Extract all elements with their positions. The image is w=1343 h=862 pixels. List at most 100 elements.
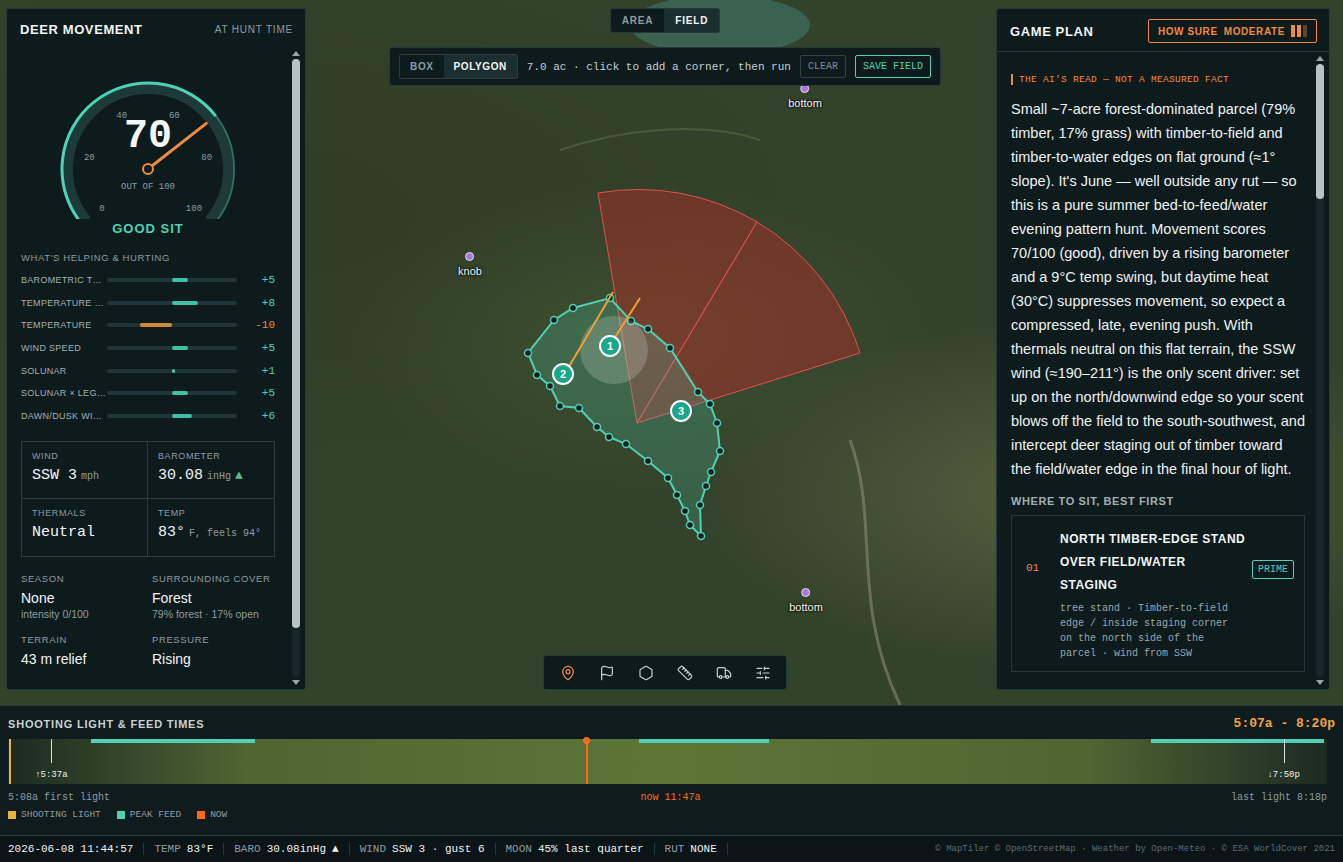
field-polygon[interactable] [528,298,720,536]
sliders-icon[interactable] [755,665,771,681]
draw-modes: BOXPOLYGON [399,54,518,79]
polygon-vertex[interactable] [551,317,558,324]
map-tool-button[interactable] [665,656,704,689]
stand-marker[interactable]: 1 [600,336,620,356]
flag-icon[interactable] [599,665,615,681]
sunrise-line [51,739,52,763]
gauge-tick: 0 [99,204,104,214]
timeline-track[interactable]: ↑5:37a↓7:50p [8,739,1327,784]
scroll-thumb[interactable] [292,59,300,628]
draw-mode[interactable]: POLYGON [444,55,517,78]
legend-item: PEAK FEED [117,809,181,820]
spot-rank: 01 [1026,528,1054,661]
stand-marker[interactable]: 2 [553,364,573,384]
polygon-vertex[interactable] [698,533,705,540]
polygon-vertex[interactable] [714,420,721,427]
panel-title: DEER MOVEMENT [20,22,143,37]
scrollbar[interactable] [1315,56,1325,685]
place-pin[interactable]: bottom [788,84,822,109]
spot-badge: PRIME [1252,560,1294,579]
polygon-vertex[interactable] [708,469,715,476]
read-text: Small ~7-acre forest-dominated parcel (7… [1011,97,1305,481]
polygon-vertex[interactable] [623,441,630,448]
polygon-vertex[interactable] [594,424,601,431]
factor-row: WIND SPEED+5 [21,337,275,360]
map[interactable]: 123bottomknobbottomDEER MOVEMENTAT HUNT … [0,0,1343,705]
detail-label: SEASON [21,573,144,585]
factor-track [107,391,237,395]
factor-value: +5 [237,387,275,399]
factor-fill [172,278,188,282]
map-tool-button[interactable] [587,656,626,689]
factor-fill [172,301,198,305]
polygon-vertex[interactable] [547,383,554,390]
stand-marker[interactable]: 3 [671,401,691,421]
map-tool-button[interactable] [743,656,782,689]
map-tool-button[interactable] [626,656,665,689]
polygon-vertex[interactable] [687,522,694,529]
place-pin[interactable]: bottom [789,588,823,613]
now-label: now 11:47a [641,792,701,803]
polygon-vertex[interactable] [697,502,704,509]
polygon-vertex[interactable] [570,305,577,312]
polygon-vertex[interactable] [645,458,652,465]
svg-text:1: 1 [607,340,613,352]
polygon-vertex[interactable] [557,403,564,410]
draw-mode[interactable]: BOX [400,55,443,78]
details-grid: SEASONNoneintensity 0/100SURROUNDING COV… [21,573,275,667]
factor-fill [172,414,192,418]
factor-value: +8 [237,297,275,309]
factors-title: WHAT'S HELPING & HURTING [21,252,275,263]
spot-card[interactable]: 01NORTH TIMBER-EDGE STAND OVER FIELD/WAT… [1011,515,1305,672]
pin-icon[interactable] [560,665,576,681]
polygon-vertex[interactable] [645,326,652,333]
view-tab[interactable]: AREA [611,9,665,32]
view-tab[interactable]: FIELD [664,9,719,32]
panel-content: 02040608010070OUT OF 100GOOD SITWHAT'S H… [7,47,289,689]
condition-cell: THERMALSNeutral [22,499,148,556]
gauge-pivot [143,164,153,174]
polygon-vertex[interactable] [667,345,674,352]
detail-item: TERRAIN43 m relief [21,634,144,667]
scrollbar[interactable] [291,51,301,685]
polygon-vertex[interactable] [707,401,714,408]
polygon-vertex[interactable] [674,492,681,499]
place-pin[interactable]: knob [458,252,482,277]
save-field-button[interactable]: SAVE FIELD [855,55,931,78]
factor-row: TEMPERATURE-10 [21,314,275,337]
ruler-icon[interactable] [677,665,693,681]
factor-label: DAWN/DUSK WI… [21,411,107,421]
gauge-caption: OUT OF 100 [121,182,175,192]
polygon-vertex[interactable] [703,483,710,490]
scroll-up-icon[interactable] [292,51,300,56]
condition-label: WIND [32,451,137,461]
factor-track [107,278,237,282]
polygon-vertex[interactable] [717,448,724,455]
factor-row: BAROMETRIC T…+5 [21,269,275,292]
polygon-vertex[interactable] [534,372,541,379]
scroll-down-icon[interactable] [292,680,300,685]
scroll-down-icon[interactable] [1316,680,1324,685]
polygon-vertex[interactable] [576,405,583,412]
place-label: knob [458,265,482,277]
clear-button[interactable]: CLEAR [800,55,846,78]
gauge-value: 70 [124,114,172,159]
polygon-vertex[interactable] [525,350,532,357]
factor-track [107,346,237,350]
scroll-up-icon[interactable] [1316,56,1324,61]
scroll-thumb[interactable] [1316,64,1324,199]
truck-icon[interactable] [716,665,732,681]
hexagon-icon[interactable] [638,665,654,681]
map-credits: © MapTiler © OpenStreetMap · Weather by … [935,844,1335,854]
polygon-vertex[interactable] [665,475,672,482]
map-tool-button[interactable] [548,656,587,689]
map-tool-button[interactable] [704,656,743,689]
condition-value: 30.08inHg▲ [158,467,264,484]
polygon-vertex[interactable] [606,434,613,441]
place-dot-icon [801,588,810,597]
polygon-vertex[interactable] [682,508,689,515]
legend-swatch [117,811,125,819]
detail-label: SURROUNDING COVER [152,573,275,585]
draw-toolbar: BOXPOLYGON7.0 ac · click to add a corner… [389,47,941,86]
polygon-vertex[interactable] [695,389,702,396]
